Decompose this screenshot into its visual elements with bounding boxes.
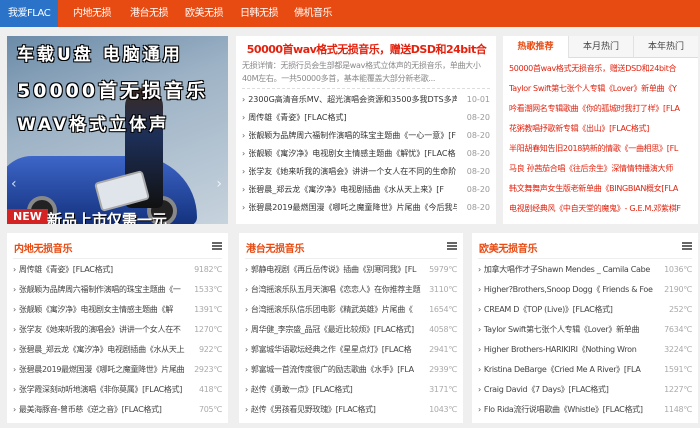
list-item[interactable]: Higher Brothers-HARIKIRI《Nothing Wron322… [478, 340, 692, 360]
list-item[interactable]: 周传雄《青姿》[FLAC格式]9182℃ [13, 260, 222, 280]
list-item[interactable]: CREAM D《TOP (Live)》[FLAC格式]252℃ [478, 300, 692, 320]
rank-item[interactable]: 吟看潮网名专辑歌曲《你的孤城时我打了样》[FLA [509, 100, 695, 117]
tab-month-hot[interactable]: 本月热门 [568, 36, 633, 58]
news-item[interactable]: 张碧晨_郑云龙《寓汐净》电视剧插曲《水从天上来》[F08-20 [242, 181, 490, 199]
list-item[interactable]: 台湾摇滚乐队信乐团电影《精武英雄》片尾曲《1654℃ [245, 300, 457, 320]
banner-line-3: WAV格式立体声 [17, 115, 170, 135]
list-item[interactable]: Taylor Swift第七张个人专辑《Lover》新单曲7634℃ [478, 320, 692, 340]
rank-item[interactable]: Taylor Swift第七张个人专辑《Lover》新单曲《Y [509, 80, 695, 97]
nav-item-jpkr[interactable]: 日韩无损 [240, 0, 279, 27]
box-title[interactable]: 港台无损音乐 [246, 240, 305, 255]
list-item[interactable]: 台湾摇滚乐队五月天演唱《恋恋人》在你推荐主题3110℃ [245, 280, 457, 300]
rank-item[interactable]: 马良 孙茜茄合唱《往后余生》深情情特播演大师 [509, 160, 695, 177]
news-headline[interactable]: 50000首wav格式无损音乐，赠送DSD和24bit合 [244, 41, 489, 57]
nav-item-hktw[interactable]: 港台无损 [130, 0, 169, 27]
top-nav: 我爱FLAC 内地无损 港台无损 欧美无损 日韩无损 佛机音乐 [0, 0, 700, 27]
prev-arrow-icon[interactable]: ‹ [11, 176, 17, 192]
banner-line-1: 车载U盘 电脑通用 [17, 45, 183, 65]
rank-panel: 热歌推荐 本月热门 本年热门 50000首wav格式无损音乐，赠送DSD和24b… [503, 36, 698, 224]
list-item[interactable]: 张靓颖《寓汐净》电视剧女主情感主题曲《解1391℃ [13, 300, 222, 320]
banner-bottom-text: 新品上市仅需一元 [47, 211, 168, 224]
menu-icon[interactable] [682, 242, 692, 250]
rank-tabs: 热歌推荐 本月热门 本年热门 [503, 36, 698, 59]
tab-year-hot[interactable]: 本年热门 [633, 36, 698, 58]
list-item[interactable]: 张靓颖为品牌周六福制作演唱的珠宝主题曲《一1533℃ [13, 280, 222, 300]
mainland-box: 内地无损音乐 周传雄《青姿》[FLAC格式]9182℃ 张靓颖为品牌周六福制作演… [7, 233, 228, 423]
rank-item[interactable]: 50000首wav格式无损音乐，赠送DSD和24bit合 [509, 60, 695, 77]
news-item[interactable]: 张靓颖《寓汐净》电视剧女主情感主题曲《解忧》[FLAC格08-20 [242, 145, 490, 163]
list-item[interactable]: Craig David《7 Days》[FLAC格式]1227℃ [478, 380, 692, 400]
news-item[interactable]: 2300G高清音乐MV、超光演唱会资源和3500多我DTS多声10-01 [242, 91, 490, 109]
box-title[interactable]: 内地无损音乐 [14, 240, 73, 255]
nav-item-home[interactable]: 我爱FLAC [0, 0, 58, 27]
hktw-box: 港台无损音乐 郭静电视剧《再丘岳传说》插曲《别寒同我》[FL5979℃ 台湾摇滚… [239, 233, 463, 423]
news-item[interactable]: 张碧晨2019最燃国漫《哪吒之魔童降世》片尾曲《今后我与08-20 [242, 199, 490, 217]
list-item[interactable]: 郭富城华语歌坛经典之作《星星点灯》[FLAC格2941℃ [245, 340, 457, 360]
menu-icon[interactable] [212, 242, 222, 250]
nav-item-buddhist[interactable]: 佛机音乐 [294, 0, 333, 27]
list-item[interactable]: 张碧晨2019最燃国漫《哪吒之魔童降世》片尾曲2923℃ [13, 360, 222, 380]
news-panel: 50000首wav格式无损音乐，赠送DSD和24bit合 无损详情：无损行员会生… [236, 36, 496, 224]
nav-item-western[interactable]: 欧美无损 [185, 0, 224, 27]
news-item[interactable]: 张靓颖为品牌周六福制作演唱的珠宝主题曲《一心一意》[F08-20 [242, 127, 490, 145]
rank-item[interactable]: 电视剧经典风《中自天堂的魔鬼》- G.E.M.邓紫棋F [509, 200, 695, 217]
list-item[interactable]: 张碧晨_郑云龙《寓汐净》电视剧插曲《水从天上922℃ [13, 340, 222, 360]
western-box: 欧美无损音乐 加拿大唱作才子Shawn Mendes _ Camila Cabe… [472, 233, 698, 423]
list-item[interactable]: 张学友《她来听我的演唱会》讲讲一个女人在不1270℃ [13, 320, 222, 340]
divider [13, 258, 222, 259]
list-item[interactable]: 郭富城一首流传度很广的励志歌曲《水手》[FLA2939℃ [245, 360, 457, 380]
next-arrow-icon[interactable]: › [216, 176, 222, 192]
rank-item[interactable]: 半阳胡春知告旧2018鸫新的情歌《一曲相思》[FL [509, 140, 695, 157]
list-item[interactable]: Higher?Brothers,Snoop Dogg《 Friends & Fo… [478, 280, 692, 300]
divider [478, 258, 692, 259]
tab-hot-recommend[interactable]: 热歌推荐 [503, 36, 568, 59]
promo-banner[interactable]: 车载U盘 电脑通用 50000首无损音乐 WAV格式立体声 ‹ › NEW 新品… [7, 36, 228, 224]
news-item[interactable]: 张学友《她来听我的演唱会》讲讲一个女人在不同的生命阶08-20 [242, 163, 490, 181]
banner-line-2: 50000首无损音乐 [17, 80, 209, 102]
box-title[interactable]: 欧美无损音乐 [479, 240, 538, 255]
rank-item[interactable]: 韩文舞舞声女生版老新单曲《BINGBIAN概女[FLA [509, 180, 695, 197]
divider [242, 88, 490, 89]
menu-icon[interactable] [447, 242, 457, 250]
rank-item[interactable]: 花粥教唱抒歌新专辑《出山》[FLAC格式] [509, 120, 695, 137]
list-item[interactable]: Kristina DeBarge《Cried Me A River》[FLA15… [478, 360, 692, 380]
list-item[interactable]: 郭静电视剧《再丘岳传说》插曲《别寒同我》[FL5979℃ [245, 260, 457, 280]
list-item[interactable]: 赵传《勇敢一点》[FLAC格式]3171℃ [245, 380, 457, 400]
divider [245, 258, 457, 259]
list-item[interactable]: 周华健_李宗盛_品冠《最近比较烦》[FLAC格式]4058℃ [245, 320, 457, 340]
news-item[interactable]: 周传雄《青姿》[FLAC格式]08-20 [242, 109, 490, 127]
nav-item-mainland[interactable]: 内地无损 [73, 0, 112, 27]
list-item[interactable]: 最美海豚音-曾币慈《逆之音》[FLAC格式]705℃ [13, 400, 222, 420]
new-badge: NEW [7, 209, 48, 224]
news-description: 无损详情：无损行员会生部都是wav格式立体声的无损音乐，单曲大小40M左右。一共… [242, 61, 481, 83]
list-item[interactable]: 加拿大唱作才子Shawn Mendes _ Camila Cabe1036℃ [478, 260, 692, 280]
list-item[interactable]: 赵传《男孩看见野玫瑰》[FLAC格式]1043℃ [245, 400, 457, 420]
list-item[interactable]: Flo Rida流行说唱歌曲《Whistle》[FLAC格式]1148℃ [478, 400, 692, 420]
list-item[interactable]: 张学霞深刻动听地演唱《非你莫属》[FLAC格式]418℃ [13, 380, 222, 400]
